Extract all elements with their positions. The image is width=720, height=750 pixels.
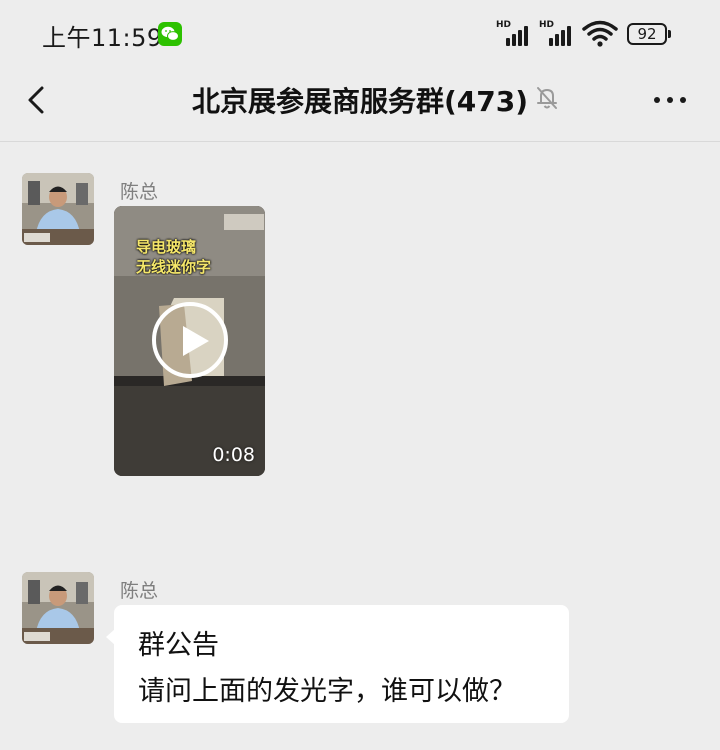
- avatar[interactable]: [22, 173, 94, 245]
- hd-label: HD: [496, 20, 512, 30]
- bell-off-icon: [533, 84, 561, 112]
- battery-tip: [668, 30, 671, 38]
- status-bar: 上午11:59 HD HD 92: [0, 0, 720, 70]
- sender-name: 陈总: [120, 580, 159, 602]
- video-message[interactable]: 导电玻璃 无线迷你字 0:08: [114, 206, 265, 476]
- video-caption-line: 无线迷你字: [136, 258, 212, 276]
- dot-icon: [654, 97, 660, 103]
- sender-name: 陈总: [120, 181, 159, 203]
- wechat-icon: [158, 22, 182, 46]
- dot-icon: [667, 97, 673, 103]
- more-options-button[interactable]: [648, 82, 692, 118]
- status-time: 上午11:59: [42, 24, 163, 52]
- dot-icon: [680, 97, 686, 103]
- battery-icon: 92: [627, 23, 667, 45]
- video-duration: 0:08: [212, 444, 255, 466]
- chat-header: 北京展参展商服务群(473): [0, 70, 720, 142]
- message-text-line: 请问上面的发光字，谁可以做？: [138, 676, 516, 707]
- text-message-bubble[interactable]: 群公告 请问上面的发光字，谁可以做？: [106, 605, 569, 723]
- play-icon[interactable]: [152, 302, 228, 378]
- cellular-signal-icon: HD: [496, 20, 534, 48]
- video-caption-line: 导电玻璃: [136, 238, 197, 256]
- avatar[interactable]: [22, 572, 94, 644]
- hd-label: HD: [539, 20, 555, 30]
- message-text-line: 群公告: [138, 630, 219, 661]
- wifi-icon: [582, 20, 618, 48]
- cellular-signal-icon: HD: [539, 20, 577, 48]
- battery-level: 92: [637, 25, 657, 43]
- bubble-tail: [106, 629, 115, 645]
- chat-title: 北京展参展商服务群(473): [191, 85, 529, 118]
